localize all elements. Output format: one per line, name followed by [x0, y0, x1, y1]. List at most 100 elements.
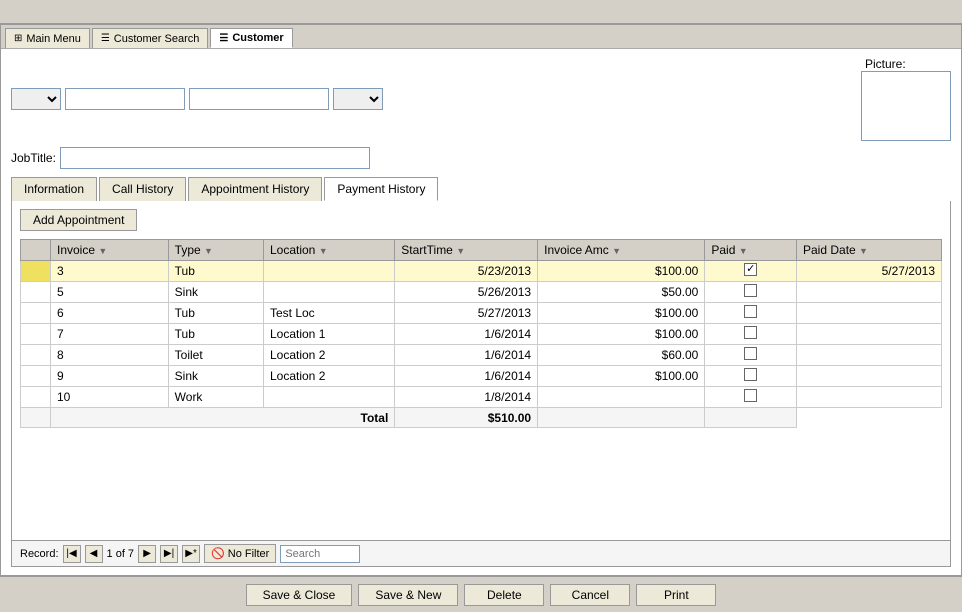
cell-location: Location 2 [263, 366, 394, 387]
col-paiddate-header[interactable]: Paid Date ▼ [797, 240, 942, 261]
tab-content-panel: Add Appointment Invoice ▼ Type [11, 201, 951, 541]
cell-invoice_amount: $50.00 [538, 282, 705, 303]
row-selector[interactable] [21, 324, 51, 345]
nav-first-button[interactable]: |◀ [63, 545, 81, 563]
cell-paid[interactable] [705, 303, 797, 324]
row-selector[interactable] [21, 366, 51, 387]
payment-table-container[interactable]: Invoice ▼ Type ▼ Location ▼ [20, 239, 942, 428]
cell-invoice: 7 [51, 324, 169, 345]
cell-location [263, 282, 394, 303]
cell-paid-date [797, 366, 942, 387]
cell-invoice: 6 [51, 303, 169, 324]
tab-call-history[interactable]: Call History [99, 177, 186, 201]
nav-prev-button[interactable]: ◀ [85, 545, 103, 563]
jobtitle-input[interactable] [60, 147, 370, 169]
cell-start_time: 1/6/2014 [395, 366, 538, 387]
cell-paid[interactable] [705, 324, 797, 345]
picture-frame [861, 71, 951, 141]
cell-invoice: 8 [51, 345, 169, 366]
col-starttime-header[interactable]: StartTime ▼ [395, 240, 538, 261]
col-type-header[interactable]: Type ▼ [168, 240, 263, 261]
row-selector[interactable] [21, 345, 51, 366]
cell-start_time: 1/6/2014 [395, 324, 538, 345]
col-select-header [21, 240, 51, 261]
table-row[interactable]: 3Tub5/23/2013$100.005/27/2013 [21, 261, 942, 282]
cell-type: Toilet [168, 345, 263, 366]
search-input[interactable] [280, 545, 360, 563]
cell-type: Sink [168, 282, 263, 303]
cell-paid[interactable] [705, 366, 797, 387]
save-close-button[interactable]: Save & Close [246, 584, 353, 606]
table-row[interactable]: 7TubLocation 11/6/2014$100.00 [21, 324, 942, 345]
table-row[interactable]: 8ToiletLocation 21/6/2014$60.00 [21, 345, 942, 366]
row-selector[interactable] [21, 303, 51, 324]
nav-new-button[interactable]: ▶* [182, 545, 200, 563]
cell-location: Location 2 [263, 345, 394, 366]
total-date-empty [705, 408, 797, 428]
paid-checkbox[interactable] [744, 389, 757, 402]
prefix-dropdown[interactable] [11, 88, 61, 110]
cell-invoice_amount: $100.00 [538, 324, 705, 345]
last-name-input[interactable]: Customer [189, 88, 329, 110]
col-invoice-header[interactable]: Invoice ▼ [51, 240, 169, 261]
table-row[interactable]: 6TubTest Loc5/27/2013$100.00 [21, 303, 942, 324]
paid-checkbox[interactable] [744, 368, 757, 381]
col-invoiceamt-header[interactable]: Invoice Amc ▼ [538, 240, 705, 261]
cell-location [263, 387, 394, 408]
col-location-header[interactable]: Location ▼ [263, 240, 394, 261]
table-row[interactable]: 5Sink 5/26/2013$50.00 [21, 282, 942, 303]
cell-paid[interactable] [705, 282, 797, 303]
col-paid-header[interactable]: Paid ▼ [705, 240, 797, 261]
first-name-input[interactable]: Test [65, 88, 185, 110]
table-total-row: Total$510.00 [21, 408, 942, 428]
cancel-button[interactable]: Cancel [550, 584, 630, 606]
cell-paid-date [797, 282, 942, 303]
suffix-dropdown[interactable] [333, 88, 383, 110]
cell-invoice: 5 [51, 282, 169, 303]
paid-checkbox[interactable] [744, 326, 757, 339]
tab-information[interactable]: Information [11, 177, 97, 201]
tab-payment-history[interactable]: Payment History [324, 177, 438, 201]
tab-appointment-history[interactable]: Appointment History [188, 177, 322, 201]
cell-paid[interactable] [705, 261, 797, 282]
print-button[interactable]: Print [636, 584, 716, 606]
nav-last-button[interactable]: ▶| [160, 545, 178, 563]
add-appointment-button[interactable]: Add Appointment [20, 209, 137, 231]
picture-box: Picture: [861, 57, 951, 141]
secondary-tab-bar: Information Call History Appointment His… [11, 177, 951, 201]
delete-button[interactable]: Delete [464, 584, 544, 606]
total-paid-empty [538, 408, 705, 428]
record-label: Record: [20, 548, 59, 560]
tab-customer[interactable]: ☰ Customer [210, 28, 292, 48]
cell-type: Tub [168, 261, 263, 282]
paid-checkbox[interactable] [744, 284, 757, 297]
table-row[interactable]: 9SinkLocation 21/6/2014$100.00 [21, 366, 942, 387]
paid-checkbox[interactable] [744, 347, 757, 360]
payment-table: Invoice ▼ Type ▼ Location ▼ [20, 239, 942, 428]
cell-paid[interactable] [705, 387, 797, 408]
total-empty [21, 408, 51, 428]
nav-next-button[interactable]: ▶ [138, 545, 156, 563]
row-selector[interactable] [21, 261, 51, 282]
tab-customer-search[interactable]: ☰ Customer Search [92, 28, 209, 48]
cell-location [263, 261, 394, 282]
paid-checkbox[interactable] [744, 263, 757, 276]
top-tab-bar [0, 0, 962, 24]
cell-invoice_amount: $100.00 [538, 366, 705, 387]
save-new-button[interactable]: Save & New [358, 584, 458, 606]
cell-start_time: 5/26/2013 [395, 282, 538, 303]
paid-checkbox[interactable] [744, 305, 757, 318]
starttime-sort-icon: ▼ [456, 246, 465, 256]
table-header-row: Invoice ▼ Type ▼ Location ▼ [21, 240, 942, 261]
table-row[interactable]: 10Work1/8/2014 [21, 387, 942, 408]
no-filter-button[interactable]: 🚫 No Filter [204, 544, 276, 563]
row-selector[interactable] [21, 282, 51, 303]
tab-icon: ☰ [101, 33, 110, 44]
cell-type: Work [168, 387, 263, 408]
cell-paid[interactable] [705, 345, 797, 366]
tab-main-menu[interactable]: ⊞ Main Menu [5, 28, 90, 48]
cell-start_time: 1/6/2014 [395, 345, 538, 366]
cell-start_time: 5/23/2013 [395, 261, 538, 282]
row-selector[interactable] [21, 387, 51, 408]
cell-invoice: 10 [51, 387, 169, 408]
